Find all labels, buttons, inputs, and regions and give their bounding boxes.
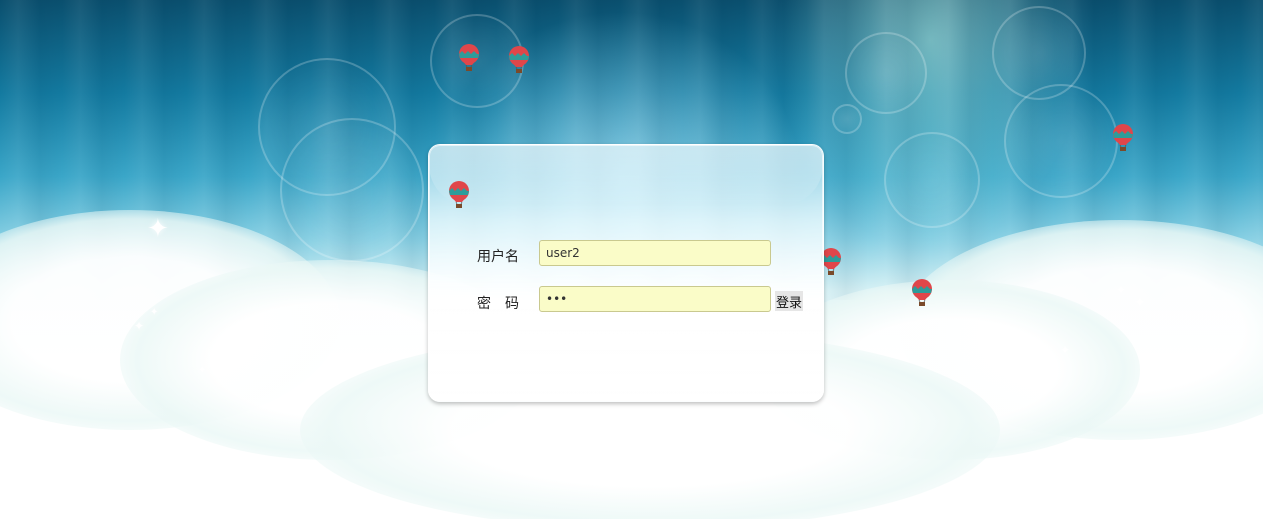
login-panel: 用户名 密 码 登录	[428, 144, 824, 402]
cloud	[900, 220, 1263, 440]
username-label: 用户名	[477, 249, 519, 265]
sparkle-icon: ✦	[1116, 283, 1127, 297]
cloud	[0, 210, 340, 430]
bokeh-circle	[832, 104, 862, 134]
hot-air-balloon-icon	[509, 46, 529, 73]
hot-air-balloon-icon	[449, 181, 469, 208]
panel-gloss	[429, 145, 823, 205]
sparkle-icon: ✦	[147, 214, 169, 244]
bokeh-circle	[992, 6, 1086, 100]
bokeh-circle	[1004, 84, 1118, 198]
username-input[interactable]	[539, 240, 771, 266]
sparkle-icon: ✦	[1134, 295, 1146, 311]
login-button[interactable]: 登录	[775, 291, 804, 311]
password-input[interactable]	[539, 286, 771, 312]
password-label: 密 码	[477, 296, 519, 312]
login-page-background: ✦ ✦ ✦ ✦ ✦ ✦ ✦ 用户名 user2 密 码 ••• 登录	[0, 0, 1263, 519]
hot-air-balloon-icon	[459, 44, 479, 71]
bokeh-circle	[884, 132, 980, 228]
sparkle-icon: ✦	[198, 365, 207, 376]
hot-air-balloon-icon	[912, 279, 932, 306]
hot-air-balloon-icon	[1113, 124, 1133, 151]
sparkle-icon: ✦	[134, 319, 145, 333]
bokeh-circle	[280, 118, 424, 262]
sparkle-icon: ✦	[150, 307, 159, 318]
bokeh-circle	[258, 58, 396, 196]
bokeh-circle	[845, 32, 927, 114]
sparkle-icon: ✦	[1060, 343, 1071, 357]
